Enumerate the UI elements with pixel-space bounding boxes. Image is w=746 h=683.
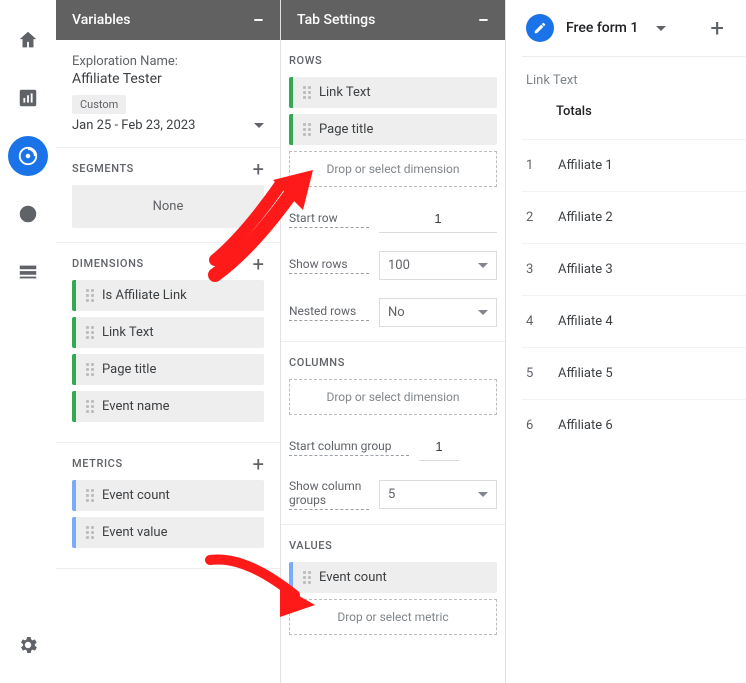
row-dimension-pill[interactable]: Link Text xyxy=(289,77,497,108)
show-column-groups-select[interactable]: 5 xyxy=(379,480,497,509)
row-value: Affiliate 6 xyxy=(558,418,613,433)
exploration-name-value[interactable]: Affiliate Tester xyxy=(72,71,264,87)
variables-panel: Variables − Exploration Name: Affiliate … xyxy=(56,0,281,683)
values-heading: VALUES xyxy=(289,539,497,552)
value-metric-pill[interactable]: Event count xyxy=(289,562,497,593)
start-row-label: Start row xyxy=(289,211,369,228)
drag-handle-icon[interactable] xyxy=(86,326,94,339)
add-metric-button[interactable]: + xyxy=(253,459,264,469)
caret-down-icon xyxy=(478,492,488,497)
metric-pill[interactable]: Event value xyxy=(72,517,264,548)
row-index: 4 xyxy=(526,314,558,329)
dimension-pill[interactable]: Page title xyxy=(72,354,264,385)
show-column-groups-label: Show column groups xyxy=(289,479,369,510)
date-range-picker[interactable]: Jan 25 - Feb 23, 2023 xyxy=(72,118,264,133)
drag-handle-icon[interactable] xyxy=(86,526,94,539)
date-range-text: Jan 25 - Feb 23, 2023 xyxy=(72,118,195,133)
tab-settings-panel: Tab Settings − ROWS Link Text Page title… xyxy=(281,0,506,683)
start-column-group-label: Start column group xyxy=(289,439,409,456)
drag-handle-icon[interactable] xyxy=(303,86,311,99)
show-rows-select[interactable]: 100 xyxy=(379,251,497,280)
drag-handle-icon[interactable] xyxy=(86,489,94,502)
nav-rail xyxy=(0,0,56,683)
row-index: 2 xyxy=(526,210,558,225)
row-value: Affiliate 4 xyxy=(558,314,613,329)
columns-heading: COLUMNS xyxy=(289,356,497,369)
nested-rows-label: Nested rows xyxy=(289,304,369,321)
row-dimension-pill[interactable]: Page title xyxy=(289,114,497,145)
rows-heading: ROWS xyxy=(289,54,497,67)
exploration-name-label: Exploration Name: xyxy=(72,54,264,69)
reports-icon[interactable] xyxy=(8,78,48,118)
start-row-input[interactable] xyxy=(379,205,497,233)
metric-pill[interactable]: Event count xyxy=(72,480,264,511)
drag-handle-icon[interactable] xyxy=(86,400,94,413)
row-index: 3 xyxy=(526,262,558,277)
row-index: 1 xyxy=(526,158,558,173)
explore-icon[interactable] xyxy=(8,136,48,176)
table-row[interactable]: 5Affiliate 5 xyxy=(522,347,746,399)
drag-handle-icon[interactable] xyxy=(303,123,311,136)
show-rows-label: Show rows xyxy=(289,257,369,274)
row-value: Affiliate 3 xyxy=(558,262,613,277)
columns-drop-zone[interactable]: Drop or select dimension xyxy=(289,379,497,415)
home-icon[interactable] xyxy=(8,20,48,60)
drag-handle-icon[interactable] xyxy=(303,571,311,584)
report-area: Free form 1 + Link Text Totals 1Affiliat… xyxy=(506,0,746,683)
report-title[interactable]: Free form 1 xyxy=(566,20,638,36)
start-column-group-input[interactable] xyxy=(419,433,459,461)
tab-settings-header[interactable]: Tab Settings − xyxy=(281,0,505,40)
segments-none[interactable]: None xyxy=(72,185,264,228)
table-row[interactable]: 1Affiliate 1 xyxy=(522,139,746,191)
table-row[interactable]: 4Affiliate 4 xyxy=(522,295,746,347)
date-range-chip: Custom xyxy=(72,95,126,114)
totals-label: Totals xyxy=(522,104,746,139)
table-row[interactable]: 2Affiliate 2 xyxy=(522,191,746,243)
tab-settings-title: Tab Settings xyxy=(297,12,375,28)
table-row[interactable]: 3Affiliate 3 xyxy=(522,243,746,295)
row-value: Affiliate 5 xyxy=(558,366,613,381)
tab-menu-icon[interactable] xyxy=(656,26,666,31)
caret-down-icon xyxy=(478,263,488,268)
dimension-pill[interactable]: Is Affiliate Link xyxy=(72,280,264,311)
variables-header[interactable]: Variables − xyxy=(56,0,280,40)
caret-down-icon xyxy=(254,123,264,128)
row-index: 6 xyxy=(526,418,558,433)
segments-heading: SEGMENTS xyxy=(72,162,134,175)
variables-title: Variables xyxy=(72,12,130,28)
edit-icon[interactable] xyxy=(526,14,554,42)
collapse-icon[interactable]: − xyxy=(478,15,489,25)
dimension-pill[interactable]: Event name xyxy=(72,391,264,422)
row-value: Affiliate 1 xyxy=(558,158,613,173)
drag-handle-icon[interactable] xyxy=(86,289,94,302)
caret-down-icon xyxy=(478,310,488,315)
rows-drop-zone[interactable]: Drop or select dimension xyxy=(289,151,497,187)
collapse-icon[interactable]: − xyxy=(253,15,264,25)
dimensions-heading: DIMENSIONS xyxy=(72,257,144,270)
nested-rows-select[interactable]: No xyxy=(379,298,497,327)
drag-handle-icon[interactable] xyxy=(86,363,94,376)
add-dimension-button[interactable]: + xyxy=(253,259,264,269)
row-value: Affiliate 2 xyxy=(558,210,613,225)
report-column-header: Link Text xyxy=(522,57,746,104)
dimension-pill[interactable]: Link Text xyxy=(72,317,264,348)
table-row[interactable]: 6Affiliate 6 xyxy=(522,399,746,451)
report-tab-bar: Free form 1 + xyxy=(522,0,746,57)
metrics-heading: METRICS xyxy=(72,457,123,470)
configure-icon[interactable] xyxy=(8,252,48,292)
advertising-icon[interactable] xyxy=(8,194,48,234)
add-tab-button[interactable]: + xyxy=(700,14,734,42)
add-segment-button[interactable]: + xyxy=(253,164,264,174)
row-index: 5 xyxy=(526,366,558,381)
admin-gear-icon[interactable] xyxy=(8,625,48,665)
values-drop-zone[interactable]: Drop or select metric xyxy=(289,599,497,635)
